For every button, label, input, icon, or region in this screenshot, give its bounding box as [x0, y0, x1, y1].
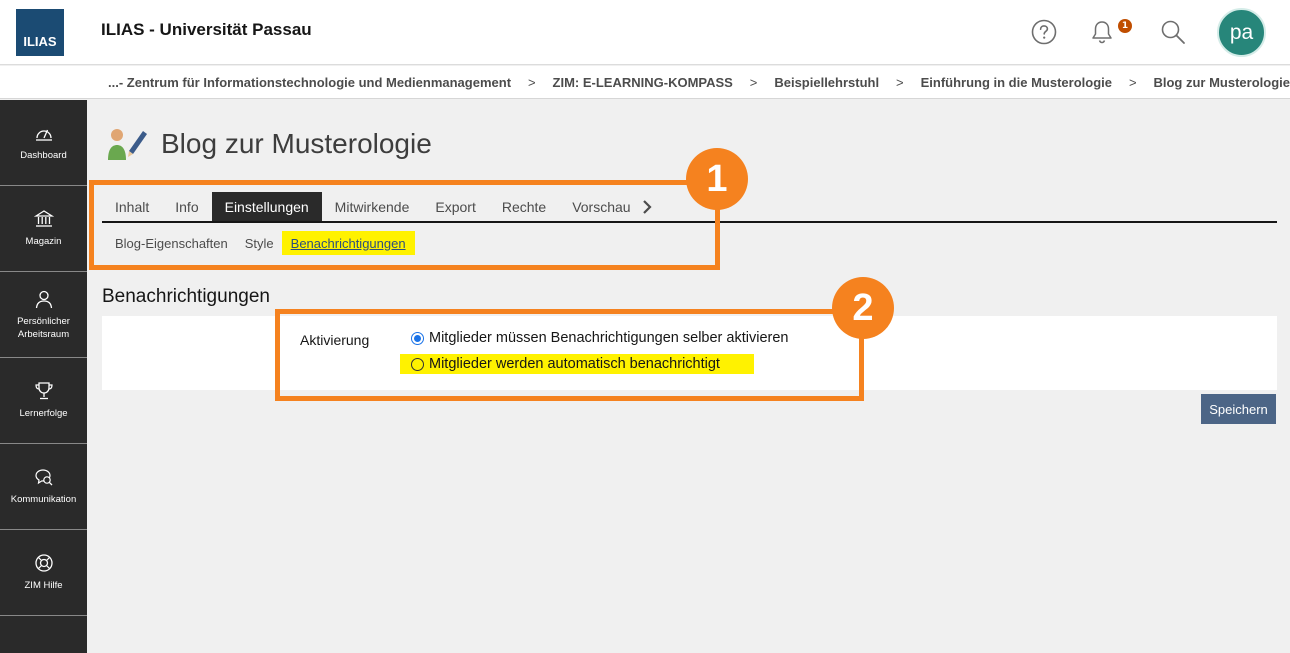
- sidebar-item-kommunikation[interactable]: Kommunikation: [0, 444, 87, 530]
- annotation-box-1: [89, 180, 720, 270]
- avatar[interactable]: pa: [1217, 8, 1266, 57]
- sidebar-item-label: Kommunikation: [10, 494, 77, 505]
- sidebar-item-magazin[interactable]: Magazin: [0, 186, 87, 272]
- app-title: ILIAS - Universität Passau: [101, 20, 312, 39]
- library-icon: [33, 210, 54, 227]
- sidebar-item-lernerfolge[interactable]: Lernerfolge: [0, 358, 87, 444]
- sidebar-item-label: Persönlicher Arbeitsraum: [17, 315, 70, 340]
- breadcrumb-item[interactable]: Beispiellehrstuhl: [774, 75, 879, 90]
- dashboard-icon: [35, 129, 52, 141]
- sidebar-item-label: Dashboard: [20, 150, 67, 161]
- chevron-right-icon: >: [896, 74, 904, 90]
- annotation-box-2: [275, 309, 864, 401]
- sidebar-item-dashboard[interactable]: Dashboard: [0, 100, 87, 186]
- sidebar-item-zim-hilfe[interactable]: ZIM Hilfe: [0, 530, 87, 616]
- chevron-right-icon: >: [1128, 74, 1137, 90]
- breadcrumb-item[interactable]: ...- Zentrum für Informationstechnologie…: [108, 75, 511, 90]
- breadcrumb-item[interactable]: ZIM: E-LEARNING-KOMPASS: [553, 75, 733, 90]
- top-header: ILIAS ILIAS - Universität Passau 1 pa: [0, 0, 1290, 65]
- lifebuoy-icon: [34, 554, 53, 572]
- blog-icon: [108, 129, 147, 160]
- annotation-marker-1: 1: [686, 148, 748, 210]
- main-sidebar: Dashboard Magazin Persönlicher Arbeitsra…: [0, 100, 87, 653]
- breadcrumb: ...- Zentrum für Informationstechnologie…: [0, 66, 1290, 99]
- search-icon[interactable]: [1155, 14, 1191, 50]
- chevron-right-icon: >: [749, 74, 758, 90]
- annotation-marker-2: 2: [832, 277, 894, 339]
- bell-icon[interactable]: [1084, 14, 1120, 50]
- help-icon[interactable]: [1026, 14, 1062, 50]
- save-button[interactable]: Speichern: [1201, 394, 1276, 424]
- notification-badge: 1: [1118, 19, 1132, 33]
- page-title: Blog zur Musterologie: [161, 128, 432, 159]
- person-icon: [35, 290, 52, 308]
- breadcrumb-item-current[interactable]: Blog zur Musterologie: [1153, 75, 1290, 90]
- sidebar-item-arbeitsraum[interactable]: Persönlicher Arbeitsraum: [0, 272, 87, 358]
- chat-icon: [34, 469, 52, 486]
- breadcrumb-item[interactable]: Einführung in die Musterologie: [921, 75, 1112, 90]
- chevron-right-icon: >: [527, 74, 536, 90]
- sidebar-item-label: ZIM Hilfe: [24, 580, 63, 591]
- page-header: Blog zur Musterologie: [107, 126, 432, 162]
- sidebar-item-label: Lernerfolge: [19, 408, 68, 419]
- section-title: Benachrichtigungen: [102, 286, 270, 307]
- ilias-logo[interactable]: ILIAS: [16, 9, 64, 56]
- sidebar-item-label: Magazin: [25, 236, 62, 247]
- trophy-icon: [34, 382, 53, 400]
